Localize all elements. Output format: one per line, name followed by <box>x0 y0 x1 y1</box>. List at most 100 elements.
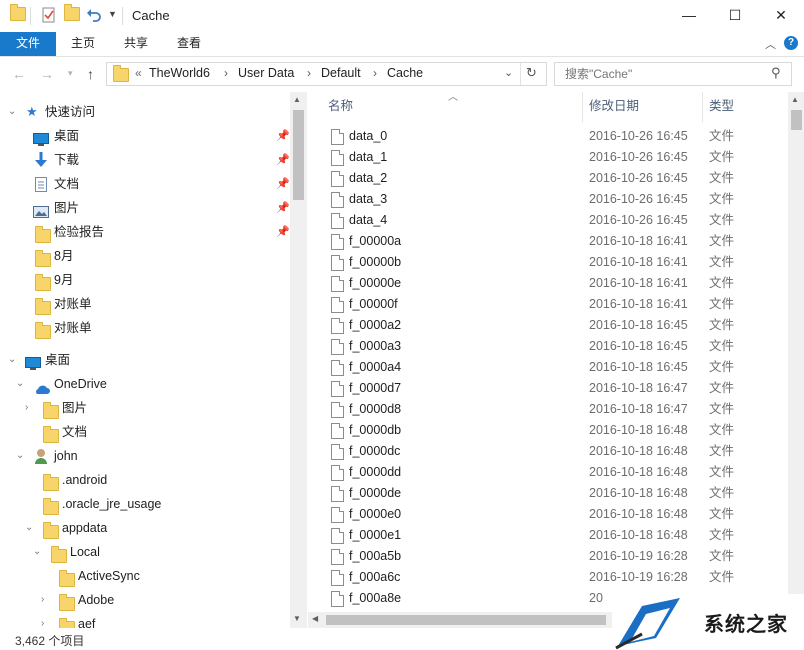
breadcrumb-theworld6[interactable]: TheWorld6 <box>149 66 210 80</box>
scroll-up-icon[interactable]: ▲ <box>791 95 799 104</box>
breadcrumb-overflow-icon[interactable]: « <box>135 66 142 80</box>
search-box[interactable]: ⚲ <box>554 62 792 86</box>
file-row[interactable]: data_2 2016-10-26 16:45 文件 <box>308 168 788 189</box>
file-row[interactable]: f_0000e0 2016-10-18 16:48 文件 <box>308 504 788 525</box>
content-scrollbar[interactable]: ▲ <box>788 92 804 628</box>
minimize-button[interactable]: — <box>666 0 712 32</box>
pin-icon[interactable]: 📌 <box>276 172 290 196</box>
file-row[interactable]: data_1 2016-10-26 16:45 文件 <box>308 147 788 168</box>
navigation-pane[interactable]: ⌄ ★ 快速访问 桌面 📌 下载 📌 文档 📌 图片 📌 检验报告 📌 8月 9… <box>0 92 307 628</box>
chevron-down-icon[interactable]: ⌄ <box>8 100 16 124</box>
nav-scrollbar[interactable]: ▲ ▼ <box>290 92 307 628</box>
quick-access-toolbar-dropdown-icon[interactable]: ▼ <box>108 9 117 19</box>
undo-icon[interactable] <box>86 7 102 23</box>
forward-arrow-icon[interactable]: → <box>40 66 54 82</box>
nav-item-statement[interactable]: 对账单 <box>0 316 290 340</box>
file-row[interactable]: f_0000d8 2016-10-18 16:47 文件 <box>308 399 788 420</box>
nav-folder-oracle-jre-usage[interactable]: .oracle_jre_usage <box>0 492 290 516</box>
column-divider[interactable] <box>702 92 703 122</box>
nav-item-september[interactable]: 9月 <box>0 268 290 292</box>
file-row[interactable]: f_0000a4 2016-10-18 16:45 文件 <box>308 357 788 378</box>
breadcrumb-cache[interactable]: Cache <box>387 66 423 80</box>
file-row[interactable]: f_0000db 2016-10-18 16:48 文件 <box>308 420 788 441</box>
chevron-up-icon[interactable]: ︿ <box>765 36 776 52</box>
nav-onedrive[interactable]: ⌄ OneDrive <box>0 372 290 396</box>
file-row[interactable]: f_0000e1 2016-10-18 16:48 文件 <box>308 525 788 546</box>
maximize-button[interactable]: ☐ <box>712 0 758 32</box>
file-row[interactable]: f_0000dd 2016-10-18 16:48 文件 <box>308 462 788 483</box>
address-dropdown-icon[interactable]: ⌄ <box>504 66 513 79</box>
file-row[interactable]: data_4 2016-10-26 16:45 文件 <box>308 210 788 231</box>
nav-item-documents[interactable]: 文档 📌 <box>0 172 290 196</box>
file-row[interactable]: data_3 2016-10-26 16:45 文件 <box>308 189 788 210</box>
nav-onedrive-documents[interactable]: 文档 <box>0 420 290 444</box>
pin-icon[interactable]: 📌 <box>276 196 290 220</box>
help-icon[interactable]: ? <box>784 36 798 50</box>
file-row[interactable]: f_0000a2 2016-10-18 16:45 文件 <box>308 315 788 336</box>
nav-quick-access[interactable]: ⌄ ★ 快速访问 <box>0 100 290 124</box>
chevron-right-icon[interactable]: › <box>41 588 44 612</box>
nav-folder-local[interactable]: ⌄ Local <box>0 540 290 564</box>
chevron-right-icon[interactable]: › <box>25 396 28 420</box>
nav-desktop[interactable]: ⌄ 桌面 <box>0 348 290 372</box>
column-header-type[interactable]: 类型 <box>709 92 734 122</box>
chevron-right-icon[interactable]: › <box>373 66 377 80</box>
nav-item-desktop[interactable]: 桌面 📌 <box>0 124 290 148</box>
tab-share[interactable]: 共享 <box>115 32 157 56</box>
nav-item-downloads[interactable]: 下载 📌 <box>0 148 290 172</box>
scroll-up-icon[interactable]: ▲ <box>293 95 301 104</box>
close-button[interactable]: ✕ <box>758 0 804 32</box>
recent-locations-icon[interactable]: ▾ <box>68 68 73 79</box>
file-row[interactable]: f_00000f 2016-10-18 16:41 文件 <box>308 294 788 315</box>
chevron-down-icon[interactable]: ⌄ <box>25 516 33 540</box>
up-arrow-icon[interactable]: ↑ <box>87 66 94 82</box>
pin-icon[interactable]: 📌 <box>276 220 290 244</box>
chevron-down-icon[interactable]: ⌄ <box>8 348 16 372</box>
scroll-thumb[interactable] <box>791 110 802 130</box>
nav-folder-aef[interactable]: › aef <box>0 612 290 628</box>
chevron-down-icon[interactable]: ⌄ <box>33 540 41 564</box>
new-folder-icon[interactable] <box>64 4 80 23</box>
column-header-date[interactable]: 修改日期 <box>589 92 639 122</box>
file-row[interactable]: f_0000dc 2016-10-18 16:48 文件 <box>308 441 788 462</box>
refresh-icon[interactable]: ↻ <box>526 65 537 81</box>
column-divider[interactable] <box>582 92 583 122</box>
file-row[interactable]: f_000a6c 2016-10-19 16:28 文件 <box>308 567 788 588</box>
scroll-down-icon[interactable]: ▼ <box>293 614 301 623</box>
file-row[interactable]: f_00000b 2016-10-18 16:41 文件 <box>308 252 788 273</box>
file-row[interactable]: f_00000e 2016-10-18 16:41 文件 <box>308 273 788 294</box>
nav-item-statement[interactable]: 对账单 <box>0 292 290 316</box>
pin-icon[interactable]: 📌 <box>276 124 290 148</box>
scroll-left-icon[interactable]: ◀ <box>312 614 318 623</box>
chevron-right-icon[interactable]: › <box>224 66 228 80</box>
tab-view[interactable]: 查看 <box>168 32 210 56</box>
address-bar[interactable]: « TheWorld6 › User Data › Default › Cach… <box>106 62 547 86</box>
file-row[interactable]: f_0000de 2016-10-18 16:48 文件 <box>308 483 788 504</box>
nav-user-john[interactable]: ⌄ john <box>0 444 290 468</box>
breadcrumb-user-data[interactable]: User Data <box>238 66 294 80</box>
nav-onedrive-pictures[interactable]: › 图片 <box>0 396 290 420</box>
column-header-name[interactable]: 名称 <box>328 92 353 122</box>
file-row[interactable]: f_000a5b 2016-10-19 16:28 文件 <box>308 546 788 567</box>
tab-home[interactable]: 主页 <box>62 32 104 56</box>
nav-folder-activesync[interactable]: ActiveSync <box>0 564 290 588</box>
scroll-thumb[interactable] <box>293 110 304 200</box>
chevron-down-icon[interactable]: ⌄ <box>16 444 24 468</box>
nav-folder-adobe[interactable]: › Adobe <box>0 588 290 612</box>
scroll-thumb[interactable] <box>326 615 606 625</box>
nav-item-pictures[interactable]: 图片 📌 <box>0 196 290 220</box>
tab-file[interactable]: 文件 <box>0 32 56 56</box>
properties-icon[interactable] <box>41 7 57 23</box>
file-row[interactable]: data_0 2016-10-26 16:45 文件 <box>308 126 788 147</box>
nav-item-august[interactable]: 8月 <box>0 244 290 268</box>
file-row[interactable]: f_0000a3 2016-10-18 16:45 文件 <box>308 336 788 357</box>
chevron-down-icon[interactable]: ⌄ <box>16 372 24 396</box>
chevron-right-icon[interactable]: › <box>307 66 311 80</box>
chevron-right-icon[interactable]: › <box>41 612 44 628</box>
nav-folder-android[interactable]: .android <box>0 468 290 492</box>
breadcrumb-default[interactable]: Default <box>321 66 361 80</box>
search-input[interactable] <box>563 66 767 82</box>
nav-folder-appdata[interactable]: ⌄ appdata <box>0 516 290 540</box>
file-row[interactable]: f_0000d7 2016-10-18 16:47 文件 <box>308 378 788 399</box>
file-list[interactable]: ︿ 名称 修改日期 类型 data_0 2016-10-26 16:45 文件 dat… <box>308 92 788 612</box>
